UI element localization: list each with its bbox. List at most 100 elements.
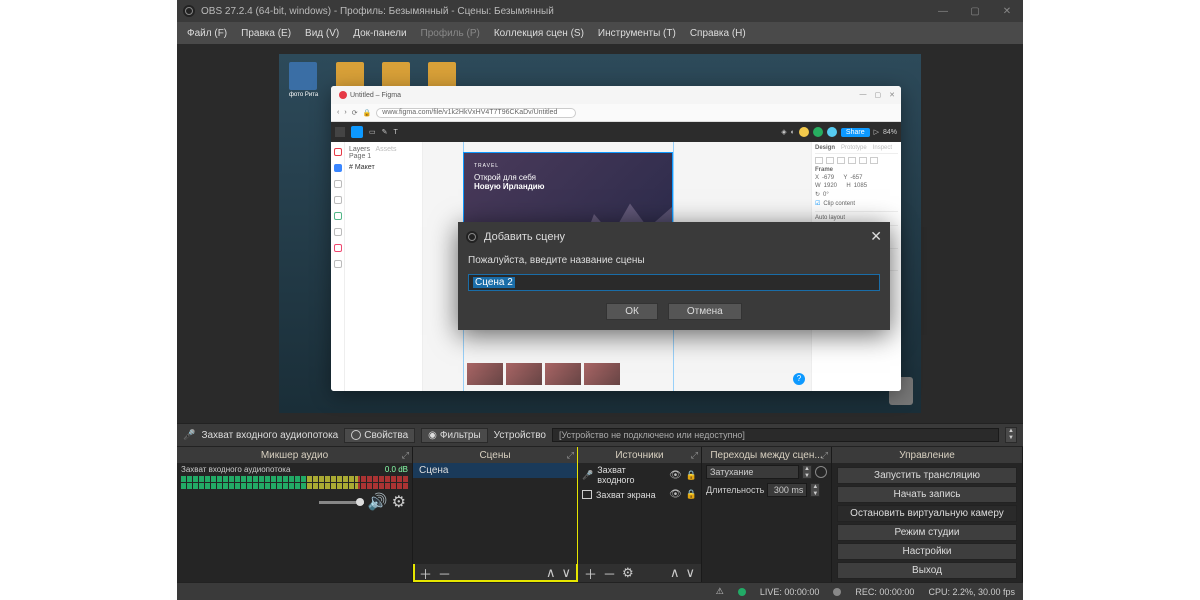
hero-tag: TRAVEL [474, 163, 662, 169]
user-avatar [827, 127, 837, 137]
device-spin-buttons[interactable]: ▲▼ [1005, 427, 1017, 443]
figma-menu-icon [335, 127, 345, 137]
docks: Микшер аудио⤢ Захват входного аудиопоток… [177, 447, 1023, 582]
mixer-channel-label: Захват входного аудиопотока [181, 465, 290, 474]
window-title: OBS 27.2.4 (64-bit, windows) - Профиль: … [201, 6, 927, 17]
mic-icon: 🎤 [183, 430, 195, 441]
cancel-button[interactable]: Отмена [668, 303, 742, 320]
scene-item[interactable]: Сцена [413, 463, 577, 478]
transitions-dock: Переходы между сцен...⤢ Затухание ▲▼ Дли… [702, 447, 832, 582]
move-down-button[interactable]: ∨ [685, 565, 695, 581]
popout-icon[interactable]: ⤢ [402, 450, 409, 461]
volume-slider[interactable] [319, 501, 364, 504]
dock-title: Источники [615, 450, 663, 461]
browser-close-icon: ✕ [889, 91, 895, 99]
duration-input[interactable]: 300 ms [767, 483, 807, 497]
address-bar: www.figma.com/file/v1k2HkVxHV4T7T96CKaDv… [376, 108, 576, 118]
move-up-button[interactable]: ∧ [546, 565, 556, 581]
menu-profile[interactable]: Профиль (P) [415, 26, 486, 41]
studio-mode-button[interactable]: Режим студии [837, 524, 1017, 541]
zoom-level: 84% [883, 129, 897, 136]
lock-icon[interactable]: 🔒 [686, 489, 697, 500]
speaker-icon[interactable]: 🔊 [368, 492, 388, 512]
source-item[interactable]: 🎤Захват входного👁🔒 [578, 463, 701, 487]
add-source-button[interactable]: ＋ [584, 564, 597, 583]
settings-button[interactable]: Настройки [837, 543, 1017, 560]
dialog-prompt: Пожалуйста, введите название сцены [468, 255, 880, 266]
popout-icon[interactable]: ⤢ [821, 450, 828, 461]
lock-icon: 🔒 [363, 109, 372, 117]
gear-icon[interactable] [815, 466, 827, 478]
sidebar-icon [334, 212, 342, 220]
exit-button[interactable]: Выход [837, 562, 1017, 579]
browser-min-icon: — [860, 91, 867, 99]
visibility-icon[interactable]: 👁 [669, 470, 682, 481]
transition-spin[interactable]: ▲▼ [802, 465, 812, 479]
dock-title: Переходы между сцен... [710, 450, 822, 461]
minimize-button[interactable]: — [927, 0, 959, 22]
filters-button[interactable]: ◉Фильтры [421, 428, 488, 443]
gear-icon [351, 430, 361, 440]
menu-tools[interactable]: Инструменты (T) [592, 26, 682, 41]
card-thumb [506, 363, 542, 385]
source-properties-button[interactable]: ⚙ [622, 565, 634, 581]
gear-icon[interactable]: ⚙ [392, 492, 406, 512]
warning-icon[interactable]: ⚠ [716, 586, 724, 597]
dialog-logo-icon [466, 231, 478, 243]
back-icon: ‹ [337, 109, 339, 116]
properties-button[interactable]: Свойства [344, 428, 415, 443]
share-button: Share [841, 128, 870, 137]
sidebar-icon [334, 244, 342, 252]
browser-tab: Untitled – Figma [331, 91, 409, 99]
stop-virtual-cam-button[interactable]: Остановить виртуальную камеру [837, 505, 1017, 522]
ok-button[interactable]: ОК [606, 303, 658, 320]
lock-icon[interactable]: 🔒 [686, 470, 697, 481]
live-status-icon [738, 588, 746, 596]
move-down-button[interactable]: ∨ [561, 565, 571, 581]
figma-help-icon: ? [793, 373, 805, 385]
hero-subtitle: Новую Ирландию [474, 182, 662, 191]
start-streaming-button[interactable]: Запустить трансляцию [837, 467, 1017, 484]
reload-icon: ⟳ [352, 109, 358, 117]
mic-icon: 🎤 [582, 470, 593, 481]
start-recording-button[interactable]: Начать запись [837, 486, 1017, 503]
menu-edit[interactable]: Правка (E) [235, 26, 297, 41]
scene-name-input[interactable]: Сцена 2 [468, 274, 880, 291]
remove-scene-button[interactable]: － [438, 564, 451, 583]
maximize-button[interactable]: ▢ [959, 0, 991, 22]
add-scene-button[interactable]: ＋ [419, 564, 432, 583]
menu-help[interactable]: Справка (H) [684, 26, 752, 41]
menu-file[interactable]: Файл (F) [181, 26, 233, 41]
present-icon: ▷ [874, 128, 879, 136]
device-readout: [Устройство не подключено или недоступно… [552, 428, 999, 442]
cpu-stats: CPU: 2.2%, 30.00 fps [928, 587, 1015, 597]
filters-icon: ◉ [428, 430, 437, 441]
pen-tool-icon: ✎ [382, 128, 388, 136]
move-up-button[interactable]: ∧ [670, 565, 680, 581]
menu-view[interactable]: Вид (V) [299, 26, 345, 41]
menu-dock[interactable]: Док-панели [347, 26, 412, 41]
dock-title: Сцены [479, 450, 510, 461]
audio-meter [181, 483, 408, 489]
card-thumb [545, 363, 581, 385]
visibility-icon[interactable]: 👁 [669, 489, 682, 500]
sidebar-icon [334, 164, 342, 172]
component-icon: ◈ [781, 128, 786, 136]
transition-select[interactable]: Затухание [706, 465, 799, 479]
rec-status-icon [833, 588, 841, 596]
menu-scene-collection[interactable]: Коллекция сцен (S) [488, 26, 590, 41]
card-thumb [584, 363, 620, 385]
source-name-label: Захват входного аудиопотока [201, 430, 338, 441]
status-bar: ⚠ LIVE: 00:00:00 REC: 00:00:00 CPU: 2.2%… [177, 582, 1023, 600]
popout-icon[interactable]: ⤢ [691, 450, 698, 461]
add-scene-dialog: Добавить сцену ✕ Пожалуйста, введите наз… [458, 222, 890, 330]
dialog-close-button[interactable]: ✕ [870, 228, 882, 245]
duration-spin[interactable]: ▲▼ [810, 483, 820, 497]
popout-icon[interactable]: ⤢ [567, 450, 574, 461]
source-item[interactable]: Захват экрана👁🔒 [578, 487, 701, 502]
source-context-toolbar: 🎤 Захват входного аудиопотока Свойства ◉… [177, 423, 1023, 447]
figma-layers-panel: Layers Assets Page 1 # Макет [345, 142, 423, 391]
close-button[interactable]: ✕ [991, 0, 1023, 22]
desktop-folder-icon: фото Рита [289, 62, 318, 98]
remove-source-button[interactable]: － [603, 564, 616, 583]
